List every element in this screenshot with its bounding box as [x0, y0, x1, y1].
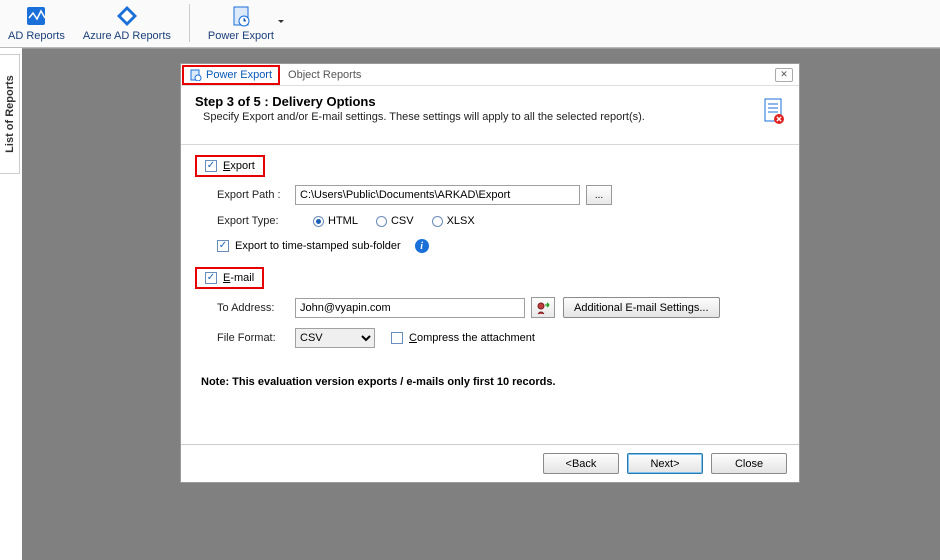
additional-email-settings-button[interactable]: Additional E-mail Settings...: [563, 297, 720, 318]
dialog-header-text: Step 3 of 5 : Delivery Options Specify E…: [195, 94, 763, 123]
dialog-title-active: Power Export: [182, 65, 280, 85]
power-export-icon: [229, 4, 253, 28]
header-report-icon: [763, 98, 785, 126]
export-label: Export: [223, 160, 255, 172]
ribbon-power-export-label: Power Export: [208, 30, 274, 42]
file-format-row: File Format: CSV Compress the attachment: [195, 328, 785, 348]
compress-label: Compress the attachment: [409, 332, 535, 344]
dialog-title-active-text: Power Export: [206, 69, 272, 81]
radio-html[interactable]: HTML: [313, 215, 358, 227]
radio-xlsx[interactable]: XLSX: [432, 215, 475, 227]
file-format-label: File Format:: [217, 332, 295, 344]
dialog-footer: <Back Next> Close: [181, 444, 799, 482]
radio-xlsx-label: XLSX: [447, 215, 475, 227]
browse-button[interactable]: ...: [586, 185, 612, 205]
dialog-title-secondary: Object Reports: [280, 69, 775, 81]
compress-checkbox[interactable]: [391, 332, 403, 344]
address-book-button[interactable]: [531, 297, 555, 318]
next-button[interactable]: Next>: [627, 453, 703, 474]
timestamped-label: Export to time-stamped sub-folder: [235, 240, 401, 252]
to-address-label: To Address:: [217, 302, 295, 314]
email-label: E-mail: [223, 272, 254, 284]
to-address-row: To Address: Additional E-mail Settings..…: [195, 297, 785, 318]
ribbon-azure-reports[interactable]: Azure AD Reports: [83, 4, 171, 42]
radio-html-dot: [313, 216, 324, 227]
ad-reports-icon: [24, 4, 48, 28]
export-checkbox-row[interactable]: Export: [195, 155, 265, 177]
azure-reports-icon: [115, 4, 139, 28]
address-book-icon: [536, 301, 550, 315]
dialog-header: Step 3 of 5 : Delivery Options Specify E…: [181, 86, 799, 134]
ribbon-toolbar: AD Reports Azure AD Reports Power Export: [0, 0, 940, 48]
timestamped-row: Export to time-stamped sub-folder i: [195, 239, 785, 253]
step-subtitle: Specify Export and/or E-mail settings. T…: [195, 111, 763, 123]
side-tab-label: List of Reports: [4, 75, 16, 153]
power-export-dialog: Power Export Object Reports ✕ Step 3 of …: [180, 63, 800, 483]
timestamped-checkbox[interactable]: [217, 240, 229, 252]
export-path-row: Export Path : ...: [195, 185, 785, 205]
ribbon-ad-reports[interactable]: AD Reports: [8, 4, 65, 42]
side-tab-list-of-reports[interactable]: List of Reports: [0, 54, 20, 174]
email-checkbox-row[interactable]: E-mail: [195, 267, 264, 289]
back-button[interactable]: <Back: [543, 453, 619, 474]
info-icon[interactable]: i: [415, 239, 429, 253]
step-title: Step 3 of 5 : Delivery Options: [195, 94, 763, 109]
radio-csv-label: CSV: [391, 215, 414, 227]
to-address-input[interactable]: [295, 298, 525, 318]
export-path-input[interactable]: [295, 185, 580, 205]
radio-csv[interactable]: CSV: [376, 215, 414, 227]
dialog-body: Export Export Path : ... Export Type: HT…: [181, 145, 799, 398]
mdi-background: Power Export Object Reports ✕ Step 3 of …: [22, 48, 940, 560]
ribbon-azure-reports-label: Azure AD Reports: [83, 30, 171, 42]
export-path-label: Export Path :: [217, 189, 295, 201]
close-button[interactable]: Close: [711, 453, 787, 474]
evaluation-note: Note: This evaluation version exports / …: [195, 376, 785, 388]
ribbon-power-export[interactable]: Power Export: [208, 4, 274, 42]
radio-html-label: HTML: [328, 215, 358, 227]
radio-xlsx-dot: [432, 216, 443, 227]
dialog-close-button[interactable]: ✕: [775, 68, 793, 82]
ribbon-ad-reports-label: AD Reports: [8, 30, 65, 42]
export-type-label: Export Type:: [217, 215, 295, 227]
file-format-select[interactable]: CSV: [295, 328, 375, 348]
dialog-title-icon: [190, 69, 202, 81]
export-checkbox[interactable]: [205, 160, 217, 172]
export-type-row: Export Type: HTML CSV XLSX: [195, 215, 785, 227]
close-icon: ✕: [780, 69, 788, 80]
ribbon-power-export-dropdown[interactable]: [278, 20, 284, 26]
ribbon-separator: [189, 4, 190, 42]
email-checkbox[interactable]: [205, 272, 217, 284]
dialog-title-bar: Power Export Object Reports ✕: [181, 64, 799, 86]
radio-csv-dot: [376, 216, 387, 227]
